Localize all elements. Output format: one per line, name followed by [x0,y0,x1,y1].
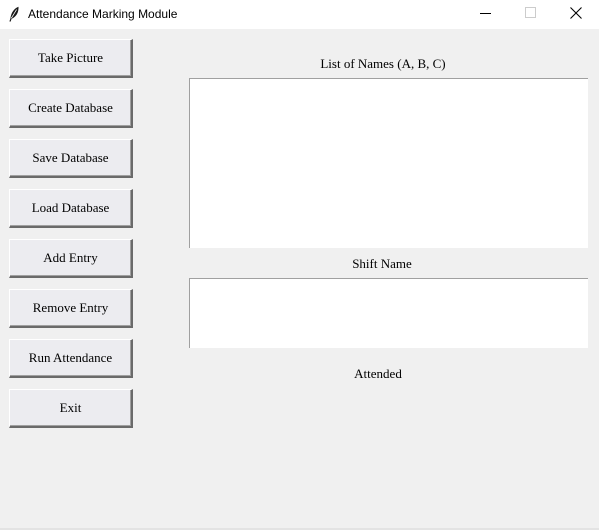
take-picture-button[interactable]: Take Picture [9,39,133,78]
names-list-label: List of Names (A, B, C) [320,56,446,71]
attended-label: Attended [354,366,402,381]
title-bar: Attendance Marking Module [0,0,599,29]
add-entry-button[interactable]: Add Entry [9,239,133,278]
exit-button[interactable]: Exit [9,389,133,428]
maximize-icon [525,7,536,18]
minimize-button[interactable] [463,0,508,29]
close-icon [570,7,582,19]
shift-name-textarea[interactable] [189,278,588,348]
close-button[interactable] [553,0,598,29]
run-attendance-button[interactable]: Run Attendance [9,339,133,378]
names-list-textarea[interactable] [189,78,588,248]
maximize-button [508,0,553,29]
create-database-button[interactable]: Create Database [9,89,133,128]
window-title: Attendance Marking Module [28,7,178,21]
minimize-icon [480,13,491,14]
feather-icon [7,6,21,22]
load-database-button[interactable]: Load Database [9,189,133,228]
shift-name-label: Shift Name [352,256,412,271]
save-database-button[interactable]: Save Database [9,139,133,178]
remove-entry-button[interactable]: Remove Entry [9,289,133,328]
